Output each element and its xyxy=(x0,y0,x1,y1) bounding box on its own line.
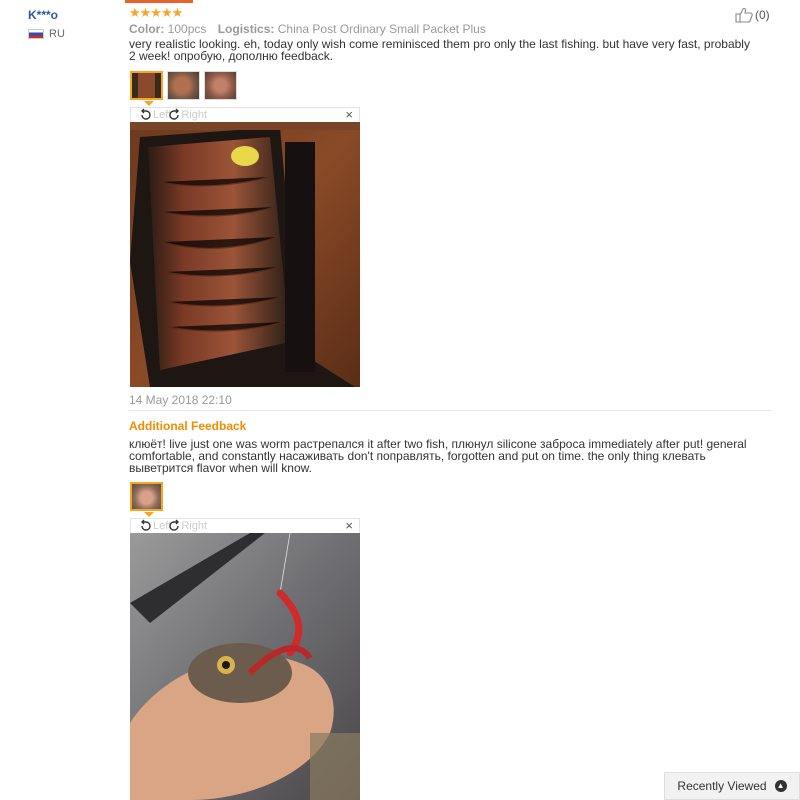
review-text: very realistic looking. eh, today only w… xyxy=(129,37,750,63)
additional-feedback-title: Additional Feedback xyxy=(129,419,247,433)
chevron-up-icon: ▲ xyxy=(774,780,787,792)
country-code: RU xyxy=(49,28,65,40)
review: ★★★★★ Color: 100pcs Logistics: China Pos… xyxy=(129,5,774,63)
review-thumbnails xyxy=(130,71,237,106)
review-thumbnail[interactable] xyxy=(130,71,163,106)
image-viewer-toolbar-2: Left Right × xyxy=(130,518,360,533)
rotate-right-icon xyxy=(169,519,180,531)
tab-indicator xyxy=(125,0,193,3)
review-photo-large xyxy=(130,122,360,387)
review-date: 14 May 2018 22:10 xyxy=(129,393,232,407)
rotate-left-icon xyxy=(141,108,151,120)
rotate-right-label: Right xyxy=(181,109,208,121)
rotate-right-icon xyxy=(169,108,180,120)
flag-icon xyxy=(28,29,44,39)
review-thumbnail[interactable] xyxy=(167,71,200,100)
additional-thumbnail[interactable] xyxy=(130,482,163,517)
rotate-right-button[interactable]: Right xyxy=(159,108,207,122)
review-thumbnail[interactable] xyxy=(204,71,237,100)
logistics-value: China Post Ordinary Small Packet Plus xyxy=(277,22,486,36)
image-viewer-toolbar: Left Right × xyxy=(130,107,360,122)
rating-stars: ★★★★★ xyxy=(129,5,183,20)
logistics-label: Logistics: xyxy=(217,22,275,36)
recently-viewed-label: Recently Viewed xyxy=(677,779,767,793)
reviewer-name[interactable]: K***o xyxy=(28,8,65,22)
close-icon[interactable]: × xyxy=(345,519,353,533)
rotate-right-label: Right xyxy=(181,520,208,532)
rotate-left-icon xyxy=(141,519,151,531)
reviewer-info: K***o RU xyxy=(28,8,65,40)
divider xyxy=(129,410,771,411)
rotate-right-button-2[interactable]: Right xyxy=(159,519,207,533)
additional-thumbnails xyxy=(130,482,163,517)
review-meta: Color: 100pcs Logistics: China Post Ordi… xyxy=(129,22,774,36)
recently-viewed-button[interactable]: Recently Viewed ▲ xyxy=(664,772,800,800)
reviewer-country: RU xyxy=(28,28,65,40)
color-value: 100pcs xyxy=(167,22,207,36)
additional-photo-large xyxy=(130,533,360,800)
additional-feedback-text: клюёт! live just one was worm растрепалс… xyxy=(129,437,747,475)
color-label: Color: xyxy=(129,22,165,36)
close-icon[interactable]: × xyxy=(345,108,353,122)
